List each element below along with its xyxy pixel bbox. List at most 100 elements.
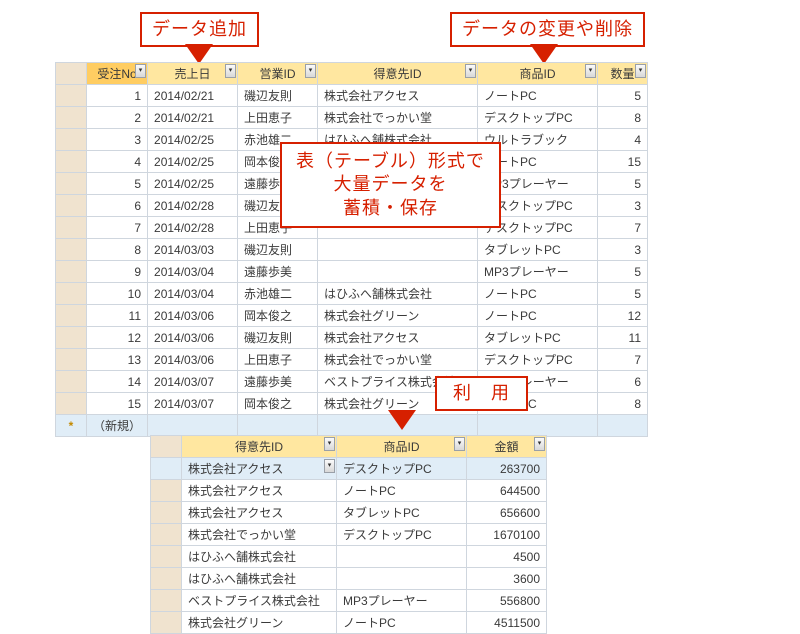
cell[interactable]: 株式会社アクセス▾ <box>182 458 337 480</box>
cell[interactable]: 15 <box>598 151 648 173</box>
cell[interactable]: 4500 <box>467 546 547 568</box>
filter-dropdown-icon[interactable]: ▾ <box>534 437 545 451</box>
cell[interactable]: 5 <box>87 173 148 195</box>
table-row[interactable]: ベストプライス株式会社MP3プレーヤー556800 <box>151 590 547 612</box>
cell[interactable] <box>598 415 648 437</box>
table-row[interactable]: 株式会社アクセスタブレットPC656600 <box>151 502 547 524</box>
cell[interactable]: 8 <box>598 393 648 415</box>
row-selector[interactable] <box>56 217 87 239</box>
cell[interactable]: 8 <box>87 239 148 261</box>
cell[interactable]: 3 <box>598 195 648 217</box>
cell[interactable]: 6 <box>598 371 648 393</box>
cell[interactable]: 5 <box>598 283 648 305</box>
col-header[interactable]: 商品ID▾ <box>478 63 598 85</box>
cell[interactable]: 7 <box>598 349 648 371</box>
table-row[interactable]: 92014/03/04遠藤歩美MP3プレーヤー5 <box>56 261 648 283</box>
row-selector[interactable] <box>151 502 182 524</box>
cell[interactable]: 株式会社アクセス <box>182 480 337 502</box>
cell[interactable]: 556800 <box>467 590 547 612</box>
table-row[interactable]: 112014/03/06岡本俊之株式会社グリーンノートPC12 <box>56 305 648 327</box>
new-row[interactable]: （新規） <box>56 415 648 437</box>
filter-dropdown-icon[interactable]: ▾ <box>454 437 465 451</box>
table-row[interactable]: はひふへ舗株式会社 4500 <box>151 546 547 568</box>
cell[interactable]: 2014/02/21 <box>148 85 238 107</box>
row-selector-corner[interactable] <box>151 436 182 458</box>
table-row[interactable]: 82014/03/03磯辺友則タブレットPC3 <box>56 239 648 261</box>
filter-dropdown-icon[interactable]: ▾ <box>324 437 335 451</box>
table-row[interactable]: 122014/03/06磯辺友則株式会社アクセスタブレットPC11 <box>56 327 648 349</box>
row-selector[interactable] <box>56 151 87 173</box>
row-selector[interactable] <box>151 590 182 612</box>
col-header[interactable]: 営業ID▾ <box>238 63 318 85</box>
cell[interactable]: 2014/03/06 <box>148 305 238 327</box>
cell[interactable]: タブレットPC <box>478 327 598 349</box>
cell[interactable]: はひふへ舗株式会社 <box>182 546 337 568</box>
cell[interactable]: 磯辺友則 <box>238 239 318 261</box>
cell-dropdown-icon[interactable]: ▾ <box>324 459 335 473</box>
filter-dropdown-icon[interactable]: ▾ <box>585 64 596 78</box>
row-selector[interactable] <box>151 612 182 634</box>
cell[interactable]: 2014/02/25 <box>148 129 238 151</box>
cell[interactable]: デスクトップPC <box>337 524 467 546</box>
cell[interactable]: MP3プレーヤー <box>478 261 598 283</box>
cell[interactable]: 4 <box>87 151 148 173</box>
row-selector[interactable] <box>56 107 87 129</box>
cell[interactable] <box>478 415 598 437</box>
col-header[interactable]: 受注No▾ <box>87 63 148 85</box>
table-row[interactable]: はひふへ舗株式会社3600 <box>151 568 547 590</box>
cell[interactable]: 2014/03/06 <box>148 349 238 371</box>
row-selector-corner[interactable] <box>56 63 87 85</box>
cell[interactable]: 2014/03/04 <box>148 261 238 283</box>
cell[interactable]: 株式会社アクセス <box>182 502 337 524</box>
cell[interactable]: ノートPC <box>478 85 598 107</box>
row-selector[interactable] <box>151 524 182 546</box>
main-data-table[interactable]: 受注No▾売上日▾営業ID▾得意先ID▾商品ID▾数量▾ 12014/02/21 磯… <box>55 62 648 437</box>
filter-dropdown-icon[interactable]: ▾ <box>465 64 476 78</box>
cell[interactable]: 3 <box>87 129 148 151</box>
cell[interactable]: 1 <box>87 85 148 107</box>
cell[interactable]: 2014/03/07 <box>148 393 238 415</box>
cell[interactable]: 2014/02/28 <box>148 195 238 217</box>
row-selector[interactable] <box>56 261 87 283</box>
cell[interactable]: 2014/02/25 <box>148 151 238 173</box>
cell[interactable]: 2014/02/25 <box>148 173 238 195</box>
cell[interactable]: ノートPC <box>337 480 467 502</box>
col-header[interactable]: 数量▾ <box>598 63 648 85</box>
col-header[interactable]: 売上日▾ <box>148 63 238 85</box>
cell[interactable]: 10 <box>87 283 148 305</box>
cell[interactable]: 644500 <box>467 480 547 502</box>
cell[interactable]: 5 <box>598 261 648 283</box>
cell[interactable]: はひふへ舗株式会社 <box>318 283 478 305</box>
filter-dropdown-icon[interactable]: ▾ <box>635 64 646 78</box>
row-selector-new[interactable] <box>56 415 87 437</box>
summary-table[interactable]: 得意先ID▾商品ID▾金額▾株式会社アクセス▾デスクトップPC263700株式会… <box>150 435 547 634</box>
table-row[interactable]: 株式会社アクセス▾デスクトップPC263700 <box>151 458 547 480</box>
cell[interactable]: 14 <box>87 371 148 393</box>
cell[interactable]: 株式会社アクセス <box>318 327 478 349</box>
cell[interactable] <box>318 261 478 283</box>
row-selector[interactable] <box>56 85 87 107</box>
table-row[interactable]: 株式会社アクセスノートPC644500 <box>151 480 547 502</box>
cell[interactable]: 4511500 <box>467 612 547 634</box>
cell[interactable]: タブレットPC <box>337 502 467 524</box>
cell[interactable]: 12 <box>598 305 648 327</box>
cell[interactable]: 岡本俊之 <box>238 305 318 327</box>
col-header[interactable]: 得意先ID▾ <box>182 436 337 458</box>
cell[interactable]: 株式会社グリーン <box>182 612 337 634</box>
table-row[interactable]: 152014/03/07岡本俊之株式会社グリーンノートPC8 <box>56 393 648 415</box>
cell[interactable] <box>238 415 318 437</box>
cell[interactable]: 磯辺友則 <box>238 327 318 349</box>
cell[interactable]: 13 <box>87 349 148 371</box>
cell[interactable]: 2014/03/03 <box>148 239 238 261</box>
col-header[interactable]: 商品ID▾ <box>337 436 467 458</box>
cell[interactable]: 11 <box>87 305 148 327</box>
row-selector[interactable] <box>56 283 87 305</box>
col-header[interactable]: 得意先ID▾ <box>318 63 478 85</box>
row-selector[interactable] <box>151 546 182 568</box>
cell[interactable]: デスクトップPC <box>478 349 598 371</box>
cell[interactable]: 3 <box>598 239 648 261</box>
cell[interactable]: 株式会社でっかい堂 <box>182 524 337 546</box>
cell[interactable]: ノートPC <box>337 612 467 634</box>
row-selector[interactable] <box>56 173 87 195</box>
cell[interactable]: 2014/03/07 <box>148 371 238 393</box>
